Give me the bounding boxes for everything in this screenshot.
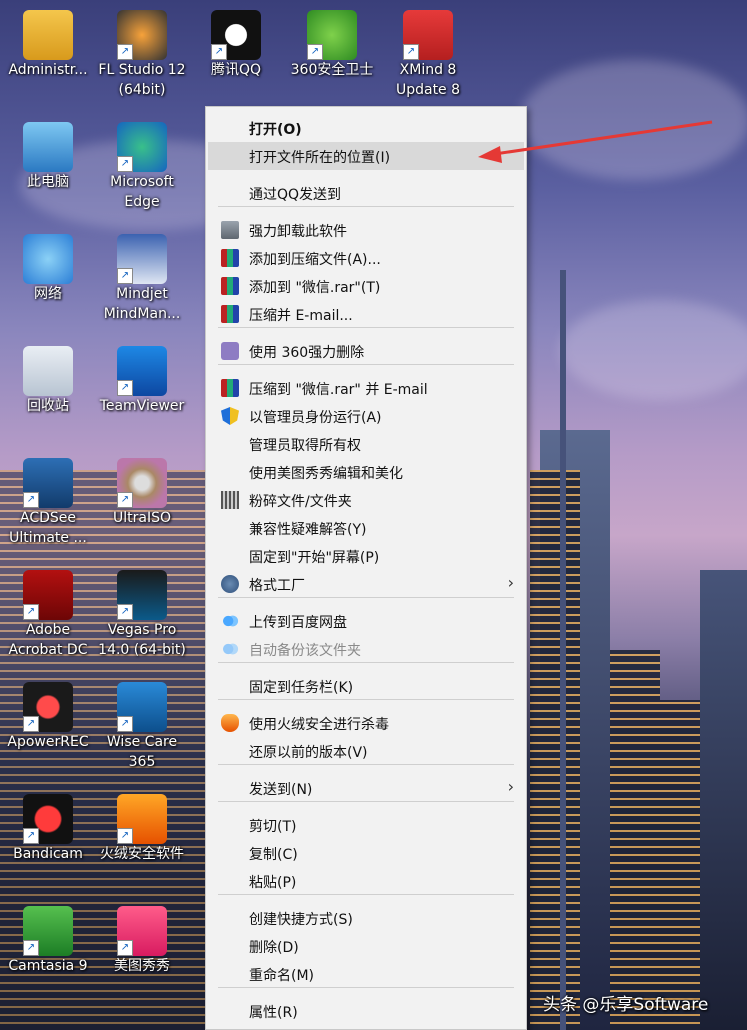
red-arrow-annotation <box>478 120 713 163</box>
watermark: 头条 @乐享Software <box>543 995 709 1015</box>
